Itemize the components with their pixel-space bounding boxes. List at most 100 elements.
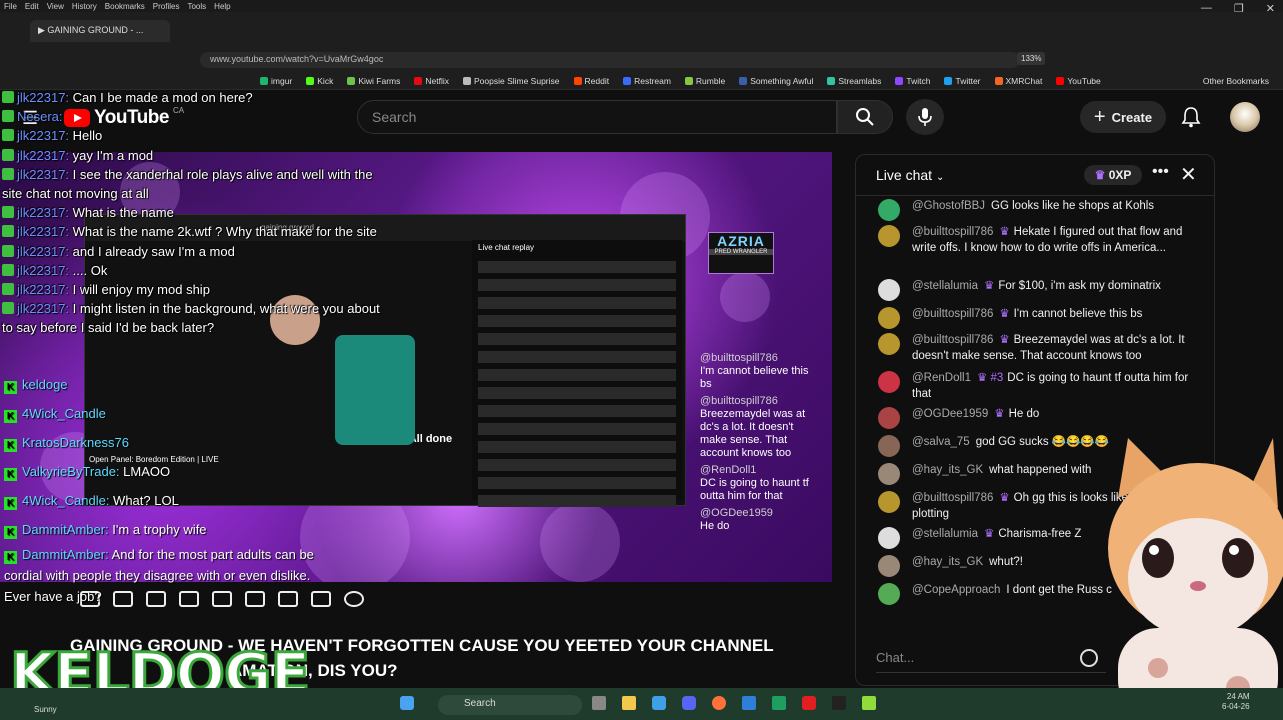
chat-author-avatar[interactable] bbox=[878, 491, 900, 513]
chat-author[interactable]: @RenDoll1 bbox=[912, 372, 971, 384]
chat-author[interactable]: @OGDee1959 bbox=[912, 408, 988, 420]
stream-overlay-chat: jlk22317: Can I be made a mod on here? Ne… bbox=[2, 88, 422, 338]
zoom-level[interactable]: 133% bbox=[1017, 52, 1046, 65]
green-app-icon[interactable] bbox=[862, 696, 876, 710]
xp-badge[interactable]: ♛ 0XP bbox=[1084, 165, 1142, 185]
chat-author-avatar[interactable] bbox=[878, 333, 900, 355]
bookmark-item[interactable]: Streamlabs bbox=[827, 76, 881, 86]
bookmark-item[interactable]: Netflix bbox=[414, 76, 449, 86]
overlay-chat-text: I will enjoy my mod ship bbox=[72, 282, 210, 298]
chat-author-avatar[interactable] bbox=[878, 407, 900, 429]
embedded-chat-line bbox=[478, 333, 676, 345]
bookmark-item[interactable]: YouTube bbox=[1056, 76, 1101, 86]
app-icon[interactable] bbox=[742, 696, 756, 710]
search-input[interactable]: Search bbox=[357, 100, 837, 134]
taskbar-search[interactable]: Search bbox=[438, 695, 582, 715]
bookmark-item[interactable]: Twitch bbox=[895, 76, 930, 86]
url-field[interactable]: www.youtube.com/watch?v=UvaMrGw4goc bbox=[200, 52, 1020, 68]
kick-chat-user: 4Wick_Candle: bbox=[22, 493, 114, 508]
account-avatar[interactable] bbox=[1230, 102, 1260, 132]
other-bookmarks[interactable]: Other Bookmarks bbox=[1203, 76, 1269, 86]
bookmark-item[interactable]: Rumble bbox=[684, 76, 725, 86]
chat-author[interactable]: @salva_75 bbox=[912, 436, 970, 448]
notifications-bell-icon[interactable] bbox=[1181, 106, 1201, 133]
overlay-chat-text: .... Ok bbox=[72, 262, 108, 278]
browser-tab[interactable]: ▶ GAINING GROUND - ... bbox=[30, 20, 170, 42]
bookmark-item[interactable]: Poopsie Slime Suprise bbox=[462, 76, 560, 86]
more-options-icon[interactable]: ••• bbox=[1152, 163, 1169, 181]
overlay-chat-user: jlk22317: bbox=[17, 166, 73, 182]
chat-author-avatar[interactable] bbox=[878, 307, 900, 329]
chat-author-avatar[interactable] bbox=[878, 527, 900, 549]
chat-author[interactable]: @stellalumia bbox=[912, 280, 978, 292]
bookmark-item[interactable]: imgur bbox=[260, 76, 292, 86]
chat-message-text: He do bbox=[1008, 408, 1040, 420]
embedded-phone-graphic bbox=[335, 335, 415, 445]
bookmark-item[interactable]: Restream bbox=[623, 76, 671, 86]
bookmark-item[interactable]: XMRChat bbox=[994, 76, 1042, 86]
video-chat-text: He do bbox=[700, 520, 730, 532]
chat-author-avatar[interactable] bbox=[878, 463, 900, 485]
chat-input[interactable]: Chat... bbox=[876, 645, 1106, 673]
chat-author-avatar[interactable] bbox=[878, 371, 900, 393]
overlay-chat-user: jlk22317: bbox=[17, 147, 73, 163]
youtube-app-icon[interactable] bbox=[802, 696, 816, 710]
firefox-icon[interactable] bbox=[712, 696, 726, 710]
chat-author[interactable]: @CopeApproach bbox=[912, 584, 1000, 596]
windows-start-icon[interactable] bbox=[400, 696, 414, 710]
menu-item[interactable]: File bbox=[4, 2, 17, 11]
chat-author[interactable]: @builttospill786 bbox=[912, 308, 993, 320]
maximize-icon[interactable]: ❐ bbox=[1234, 2, 1244, 15]
bookmark-favicon-icon bbox=[994, 76, 1003, 85]
weather-widget[interactable]: Sunny bbox=[34, 705, 57, 714]
bookmark-item[interactable]: Reddit bbox=[573, 76, 609, 86]
chat-author[interactable]: @builttospill786 bbox=[912, 492, 993, 504]
minimize-icon[interactable]: — bbox=[1201, 2, 1212, 15]
voice-search-button[interactable] bbox=[906, 99, 944, 135]
bookmark-favicon-icon bbox=[895, 76, 904, 85]
search-button[interactable] bbox=[837, 100, 893, 134]
create-button[interactable]: + Create bbox=[1080, 101, 1166, 133]
close-icon[interactable]: ✕ bbox=[1180, 162, 1197, 187]
chat-author-avatar[interactable] bbox=[878, 435, 900, 457]
emoji-icon[interactable] bbox=[1080, 649, 1098, 667]
video-chat-user: @builttospill786 bbox=[700, 395, 778, 407]
settings-gear-icon[interactable] bbox=[344, 591, 364, 607]
live-chat-title-dropdown[interactable]: Live chat ⌄ bbox=[876, 167, 944, 183]
video-chat-message: @RenDoll1 DC is going to haunt tf outta h… bbox=[700, 464, 820, 503]
menu-item[interactable]: Bookmarks bbox=[105, 2, 145, 11]
chat-author-avatar[interactable] bbox=[878, 279, 900, 301]
close-window-icon[interactable]: ✕ bbox=[1266, 2, 1275, 15]
restream-icon[interactable] bbox=[832, 696, 846, 710]
system-clock[interactable]: 24 AM 6-04-26 bbox=[1222, 692, 1250, 712]
bookmark-item[interactable]: Kiwi Farms bbox=[347, 76, 400, 86]
bookmark-item[interactable]: Twitter bbox=[944, 76, 981, 86]
chat-author[interactable]: @GhostofBBJ bbox=[912, 200, 985, 212]
chat-author[interactable]: @builttospill786 bbox=[912, 334, 993, 346]
menu-item[interactable]: History bbox=[72, 2, 97, 11]
chat-author-avatar[interactable] bbox=[878, 555, 900, 577]
discord-icon[interactable] bbox=[682, 696, 696, 710]
file-explorer-icon[interactable] bbox=[622, 696, 636, 710]
obs-icon[interactable] bbox=[772, 696, 786, 710]
bookmark-item[interactable]: Something Awful bbox=[739, 76, 813, 86]
chat-author[interactable]: @hay_its_GK bbox=[912, 556, 983, 568]
menu-item[interactable]: Help bbox=[214, 2, 230, 11]
menu-item[interactable]: Tools bbox=[187, 2, 206, 11]
chat-author-avatar[interactable] bbox=[878, 199, 900, 221]
chat-platform-icon bbox=[2, 148, 14, 161]
menu-item[interactable]: Edit bbox=[25, 2, 39, 11]
chat-author[interactable]: @stellalumia bbox=[912, 528, 978, 540]
bookmark-item[interactable]: Kick bbox=[306, 76, 333, 86]
embedded-chat-line bbox=[478, 369, 676, 381]
chat-author-avatar[interactable] bbox=[878, 225, 900, 247]
menu-item[interactable]: Profiles bbox=[153, 2, 180, 11]
member-badge: ♛ bbox=[999, 308, 1010, 320]
chat-author-avatar[interactable] bbox=[878, 583, 900, 605]
copilot-icon[interactable] bbox=[652, 696, 666, 710]
embedded-chat-line bbox=[478, 387, 676, 399]
chat-author[interactable]: @builttospill786 bbox=[912, 226, 993, 238]
menu-item[interactable]: View bbox=[47, 2, 64, 11]
task-view-icon[interactable] bbox=[592, 696, 606, 710]
chat-author[interactable]: @hay_its_GK bbox=[912, 464, 983, 476]
